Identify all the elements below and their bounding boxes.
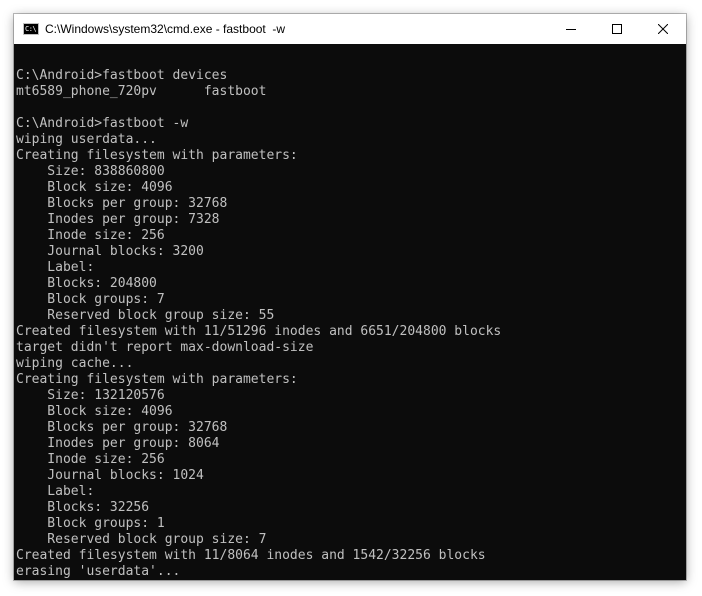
close-button[interactable] <box>640 14 686 44</box>
app-icon-label: C:\ <box>25 25 37 33</box>
console-line: Created filesystem with 11/8064 inodes a… <box>16 548 486 563</box>
title-bar[interactable]: C:\ C:\Windows\system32\cmd.exe - fastbo… <box>14 14 686 44</box>
console-line: Journal blocks: 3200 <box>16 244 204 259</box>
console-line: Block size: 4096 <box>16 404 173 419</box>
console-line: Creating filesystem with parameters: <box>16 372 298 387</box>
minimize-button[interactable] <box>548 14 594 44</box>
window-title: C:\Windows\system32\cmd.exe - fastboot -… <box>45 22 286 36</box>
console-line: Creating filesystem with parameters: <box>16 148 298 163</box>
maximize-icon <box>612 24 622 34</box>
console-line: Journal blocks: 1024 <box>16 468 204 483</box>
console-line: Block groups: 7 <box>16 292 165 307</box>
console-line: Blocks per group: 32768 <box>16 420 228 435</box>
close-icon <box>658 24 668 34</box>
console-line: Inode size: 256 <box>16 228 165 243</box>
minimize-icon <box>566 29 576 30</box>
cmd-app-icon[interactable]: C:\ <box>23 23 39 35</box>
console-line: mt6589_phone_720pv fastboot <box>16 84 267 99</box>
console-line: Label: <box>16 484 95 499</box>
console-line: C:\Android>fastboot -w <box>16 116 189 131</box>
console-line: Reserved block group size: 7 <box>16 532 267 547</box>
console-output[interactable]: C:\Android>fastboot devices mt6589_phone_… <box>14 44 686 580</box>
console-line: Size: 132120576 <box>16 388 165 403</box>
console-line: Block size: 4096 <box>16 180 173 195</box>
console-line: wiping cache... <box>16 356 134 371</box>
console-line: wiping userdata... <box>16 132 157 147</box>
console-line: Blocks: 32256 <box>16 500 150 515</box>
cmd-window: C:\ C:\Windows\system32\cmd.exe - fastbo… <box>14 14 686 580</box>
console-line: Inodes per group: 8064 <box>16 436 220 451</box>
console-line: Label: <box>16 260 95 275</box>
console-line: C:\Android>fastboot devices <box>16 68 228 83</box>
console-line: Block groups: 1 <box>16 516 165 531</box>
console-line: Size: 838860800 <box>16 164 165 179</box>
console-line: Blocks per group: 32768 <box>16 196 228 211</box>
console-line: Reserved block group size: 55 <box>16 308 275 323</box>
console-line: Inodes per group: 7328 <box>16 212 220 227</box>
maximize-button[interactable] <box>594 14 640 44</box>
console-line: Blocks: 204800 <box>16 276 157 291</box>
console-line: target didn't report max-download-size <box>16 340 314 355</box>
console-line: Inode size: 256 <box>16 452 165 467</box>
console-line: Created filesystem with 11/51296 inodes … <box>16 324 502 339</box>
console-line: erasing 'userdata'... <box>16 564 181 579</box>
